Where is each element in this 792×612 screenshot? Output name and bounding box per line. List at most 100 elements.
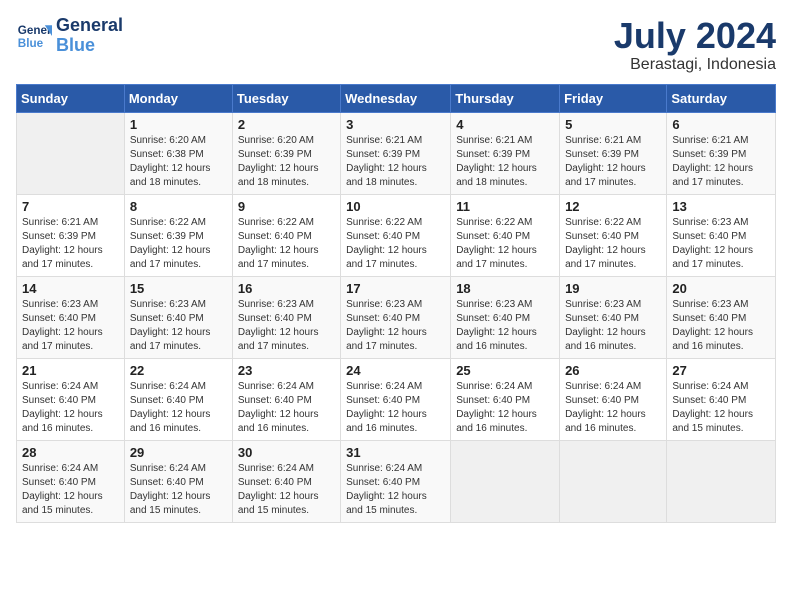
day-info: Sunrise: 6:24 AMSunset: 6:40 PMDaylight:… bbox=[456, 380, 554, 436]
day-number: 19 bbox=[565, 281, 661, 296]
col-header-saturday: Saturday bbox=[667, 84, 776, 112]
day-cell: 28 Sunrise: 6:24 AMSunset: 6:40 PMDayligh… bbox=[17, 440, 125, 522]
day-info: Sunrise: 6:24 AMSunset: 6:40 PMDaylight:… bbox=[130, 380, 227, 436]
day-info: Sunrise: 6:23 AMSunset: 6:40 PMDaylight:… bbox=[672, 216, 770, 272]
day-number: 21 bbox=[22, 363, 119, 378]
day-cell bbox=[667, 440, 776, 522]
day-cell: 10 Sunrise: 6:22 AMSunset: 6:40 PMDayligh… bbox=[341, 194, 451, 276]
day-number: 9 bbox=[238, 199, 335, 214]
day-number: 6 bbox=[672, 117, 770, 132]
day-number: 1 bbox=[130, 117, 227, 132]
day-cell: 12Sunrise: 6:22 AMSunset: 6:40 PMDayligh… bbox=[560, 194, 667, 276]
svg-text:Blue: Blue bbox=[18, 37, 44, 50]
day-number: 18 bbox=[456, 281, 554, 296]
day-number: 30 bbox=[238, 445, 335, 460]
day-number: 5 bbox=[565, 117, 661, 132]
week-row-3: 14 Sunrise: 6:23 AMSunset: 6:40 PMDayligh… bbox=[17, 276, 776, 358]
page-header: General Blue General Blue July 2024 Bera… bbox=[16, 16, 776, 74]
day-info: Sunrise: 6:23 AMSunset: 6:40 PMDaylight:… bbox=[672, 298, 770, 354]
day-info: Sunrise: 6:24 AMSunset: 6:40 PMDaylight:… bbox=[22, 462, 119, 518]
day-info: Sunrise: 6:23 AMSunset: 6:40 PMDaylight:… bbox=[456, 298, 554, 354]
day-cell: 1 Sunrise: 6:20 AMSunset: 6:38 PMDaylight… bbox=[124, 112, 232, 194]
day-cell: 16Sunrise: 6:23 AMSunset: 6:40 PMDayligh… bbox=[232, 276, 340, 358]
day-number: 27 bbox=[672, 363, 770, 378]
day-number: 28 bbox=[22, 445, 119, 460]
header-row: SundayMondayTuesdayWednesdayThursdayFrid… bbox=[17, 84, 776, 112]
day-info: Sunrise: 6:24 AMSunset: 6:40 PMDaylight:… bbox=[238, 380, 335, 436]
day-cell: 24Sunrise: 6:24 AMSunset: 6:40 PMDayligh… bbox=[341, 358, 451, 440]
day-cell: 14 Sunrise: 6:23 AMSunset: 6:40 PMDayligh… bbox=[17, 276, 125, 358]
day-info: Sunrise: 6:21 AMSunset: 6:39 PMDaylight:… bbox=[22, 216, 119, 272]
day-cell: 3 Sunrise: 6:21 AMSunset: 6:39 PMDaylight… bbox=[341, 112, 451, 194]
day-number: 2 bbox=[238, 117, 335, 132]
day-cell: 18 Sunrise: 6:23 AMSunset: 6:40 PMDayligh… bbox=[451, 276, 560, 358]
day-info: Sunrise: 6:23 AMSunset: 6:40 PMDaylight:… bbox=[22, 298, 119, 354]
day-cell: 29Sunrise: 6:24 AMSunset: 6:40 PMDayligh… bbox=[124, 440, 232, 522]
day-number: 17 bbox=[346, 281, 445, 296]
day-info: Sunrise: 6:20 AMSunset: 6:38 PMDaylight:… bbox=[130, 134, 227, 190]
day-cell: 9 Sunrise: 6:22 AMSunset: 6:40 PMDaylight… bbox=[232, 194, 340, 276]
logo-icon: General Blue bbox=[16, 18, 52, 54]
day-cell: 25Sunrise: 6:24 AMSunset: 6:40 PMDayligh… bbox=[451, 358, 560, 440]
day-cell: 15 Sunrise: 6:23 AMSunset: 6:40 PMDayligh… bbox=[124, 276, 232, 358]
day-info: Sunrise: 6:23 AMSunset: 6:40 PMDaylight:… bbox=[238, 298, 335, 354]
day-number: 14 bbox=[22, 281, 119, 296]
title-block: July 2024 Berastagi, Indonesia bbox=[614, 16, 776, 74]
day-cell: 30 Sunrise: 6:24 AMSunset: 6:40 PMDayligh… bbox=[232, 440, 340, 522]
day-info: Sunrise: 6:21 AMSunset: 6:39 PMDaylight:… bbox=[672, 134, 770, 190]
day-cell: 19 Sunrise: 6:23 AMSunset: 6:40 PMDayligh… bbox=[560, 276, 667, 358]
week-row-5: 28 Sunrise: 6:24 AMSunset: 6:40 PMDayligh… bbox=[17, 440, 776, 522]
day-number: 22 bbox=[130, 363, 227, 378]
col-header-sunday: Sunday bbox=[17, 84, 125, 112]
day-info: Sunrise: 6:21 AMSunset: 6:39 PMDaylight:… bbox=[565, 134, 661, 190]
day-cell: 27 Sunrise: 6:24 AMSunset: 6:40 PMDayligh… bbox=[667, 358, 776, 440]
day-cell: 11Sunrise: 6:22 AMSunset: 6:40 PMDayligh… bbox=[451, 194, 560, 276]
week-row-4: 21 Sunrise: 6:24 AMSunset: 6:40 PMDayligh… bbox=[17, 358, 776, 440]
logo: General Blue General Blue bbox=[16, 16, 123, 56]
day-cell: 22 Sunrise: 6:24 AMSunset: 6:40 PMDayligh… bbox=[124, 358, 232, 440]
col-header-wednesday: Wednesday bbox=[341, 84, 451, 112]
day-cell: 2Sunrise: 6:20 AMSunset: 6:39 PMDaylight… bbox=[232, 112, 340, 194]
day-info: Sunrise: 6:22 AMSunset: 6:40 PMDaylight:… bbox=[456, 216, 554, 272]
day-cell: 5 Sunrise: 6:21 AMSunset: 6:39 PMDaylight… bbox=[560, 112, 667, 194]
day-number: 20 bbox=[672, 281, 770, 296]
day-cell: 13Sunrise: 6:23 AMSunset: 6:40 PMDayligh… bbox=[667, 194, 776, 276]
logo-text: General Blue bbox=[56, 16, 123, 56]
day-info: Sunrise: 6:24 AMSunset: 6:40 PMDaylight:… bbox=[346, 462, 445, 518]
day-number: 24 bbox=[346, 363, 445, 378]
day-cell: 6 Sunrise: 6:21 AMSunset: 6:39 PMDaylight… bbox=[667, 112, 776, 194]
day-cell: 21Sunrise: 6:24 AMSunset: 6:40 PMDayligh… bbox=[17, 358, 125, 440]
day-info: Sunrise: 6:21 AMSunset: 6:39 PMDaylight:… bbox=[456, 134, 554, 190]
week-row-2: 7Sunrise: 6:21 AMSunset: 6:39 PMDaylight… bbox=[17, 194, 776, 276]
day-number: 15 bbox=[130, 281, 227, 296]
day-number: 4 bbox=[456, 117, 554, 132]
day-number: 10 bbox=[346, 199, 445, 214]
day-info: Sunrise: 6:22 AMSunset: 6:40 PMDaylight:… bbox=[346, 216, 445, 272]
day-info: Sunrise: 6:24 AMSunset: 6:40 PMDaylight:… bbox=[130, 462, 227, 518]
day-info: Sunrise: 6:24 AMSunset: 6:40 PMDaylight:… bbox=[238, 462, 335, 518]
day-info: Sunrise: 6:22 AMSunset: 6:39 PMDaylight:… bbox=[130, 216, 227, 272]
day-number: 12 bbox=[565, 199, 661, 214]
day-info: Sunrise: 6:24 AMSunset: 6:40 PMDaylight:… bbox=[565, 380, 661, 436]
col-header-thursday: Thursday bbox=[451, 84, 560, 112]
day-info: Sunrise: 6:23 AMSunset: 6:40 PMDaylight:… bbox=[130, 298, 227, 354]
col-header-friday: Friday bbox=[560, 84, 667, 112]
day-info: Sunrise: 6:23 AMSunset: 6:40 PMDaylight:… bbox=[565, 298, 661, 354]
day-number: 23 bbox=[238, 363, 335, 378]
day-cell bbox=[17, 112, 125, 194]
col-header-monday: Monday bbox=[124, 84, 232, 112]
week-row-1: 1 Sunrise: 6:20 AMSunset: 6:38 PMDaylight… bbox=[17, 112, 776, 194]
day-cell: 4 Sunrise: 6:21 AMSunset: 6:39 PMDaylight… bbox=[451, 112, 560, 194]
day-cell bbox=[451, 440, 560, 522]
day-number: 3 bbox=[346, 117, 445, 132]
day-info: Sunrise: 6:23 AMSunset: 6:40 PMDaylight:… bbox=[346, 298, 445, 354]
day-number: 8 bbox=[130, 199, 227, 214]
day-info: Sunrise: 6:21 AMSunset: 6:39 PMDaylight:… bbox=[346, 134, 445, 190]
day-info: Sunrise: 6:22 AMSunset: 6:40 PMDaylight:… bbox=[238, 216, 335, 272]
day-number: 31 bbox=[346, 445, 445, 460]
day-cell: 23 Sunrise: 6:24 AMSunset: 6:40 PMDayligh… bbox=[232, 358, 340, 440]
day-info: Sunrise: 6:24 AMSunset: 6:40 PMDaylight:… bbox=[672, 380, 770, 436]
location: Berastagi, Indonesia bbox=[614, 56, 776, 74]
col-header-tuesday: Tuesday bbox=[232, 84, 340, 112]
day-cell bbox=[560, 440, 667, 522]
